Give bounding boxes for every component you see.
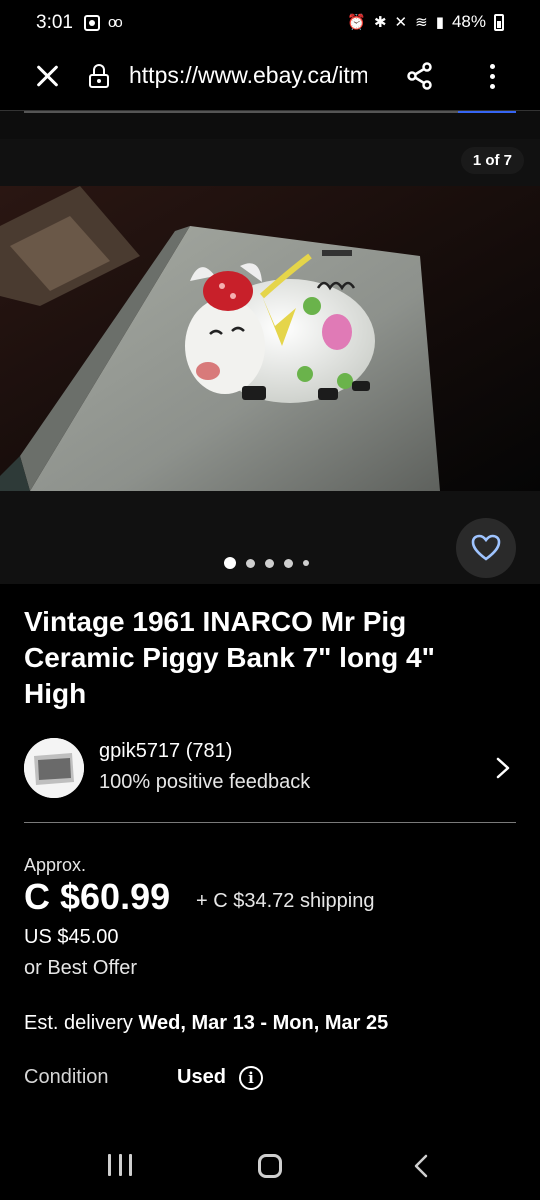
lock-icon[interactable] [89,64,109,88]
condition-label: Condition [24,1066,109,1088]
pagination-dot[interactable] [265,558,274,568]
best-offer-label: or Best Offer [24,957,138,979]
delivery-label: Est. delivery [24,1012,133,1034]
home-icon[interactable] [258,1154,282,1178]
close-icon[interactable] [34,62,62,90]
status-right-icons: ⏰ ✱ ✕ ≋ ▮ 48% [347,12,504,32]
section-divider [24,822,516,823]
delivery-dates: Wed, Mar 13 - Mon, Mar 25 [138,1012,389,1034]
page-top-strip [0,111,540,139]
status-time: 3:01 [36,12,73,33]
condition-value: Used [177,1066,226,1088]
product-photo[interactable] [0,186,540,491]
image-gallery[interactable]: 1 of 7 [0,139,540,584]
back-icon[interactable] [412,1154,432,1178]
approx-label: Approx. [24,855,87,875]
signal-icon: ▮ [435,14,444,31]
usd-price: US $45.00 [24,926,119,948]
more-options-icon[interactable] [482,62,502,90]
heart-icon [471,534,501,561]
alarm-icon: ⏰ [347,14,366,31]
battery-percent: 48% [451,12,486,31]
info-icon[interactable]: i [239,1066,263,1090]
system-nav-bar [0,1128,540,1200]
seller-feedback: 100% positive feedback [99,771,311,793]
image-counter: 1 of 7 [460,147,524,174]
gallery-pagination-dots [224,557,309,569]
pagination-dot[interactable] [246,558,255,568]
seller-name[interactable]: gpik5717 (781) [99,740,232,763]
mute-icon: ✕ [394,14,408,31]
status-left-icons: oo [84,14,123,31]
browser-toolbar: https://www.ebay.ca/itm/ [0,48,540,110]
pagination-dot[interactable] [284,558,293,568]
wifi-icon: ≋ [415,14,428,31]
screen-record-icon [84,14,100,31]
seller-avatar [24,738,84,798]
shipping-cost: + C $34.72 shipping [196,890,375,912]
battery-icon [494,13,504,31]
estimated-delivery: Est. delivery Wed, Mar 13 - Mon, Mar 25 [24,1012,388,1035]
bluetooth-icon: ✱ [373,14,387,31]
recent-apps-icon[interactable] [108,1154,132,1178]
share-icon[interactable] [406,62,434,90]
chevron-right-icon[interactable] [494,757,512,779]
watchlist-heart-button[interactable] [456,518,516,578]
voicemail-icon: oo [108,14,123,31]
pagination-dot[interactable] [224,557,236,569]
status-bar: 3:01 oo ⏰ ✱ ✕ ≋ ▮ 48% [0,0,540,48]
url-field[interactable]: https://www.ebay.ca/itm/ [129,62,367,89]
pagination-dot[interactable] [303,560,309,566]
seller-row[interactable]: gpik5717 (781) 100% positive feedback [0,730,540,810]
price: C $60.99 [24,876,171,917]
listing-title: Vintage 1961 INARCO Mr Pig Ceramic Piggy… [24,606,435,709]
